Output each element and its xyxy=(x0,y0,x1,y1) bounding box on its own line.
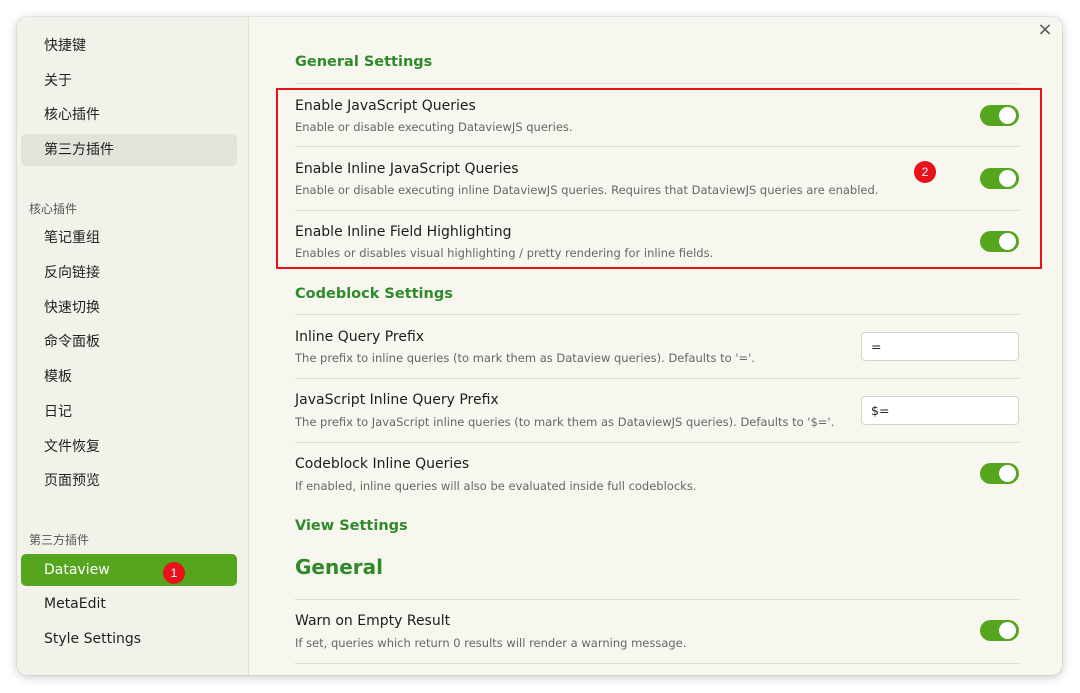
setting-desc-inline-field-highlighting: Enables or disables visual highlighting … xyxy=(295,246,714,260)
section-heading-codeblock-settings: Codeblock Settings xyxy=(295,286,453,302)
sidebar-heading-core-plugins: 核心插件 xyxy=(29,202,78,216)
annotation-badge-1: 1 xyxy=(163,562,185,584)
sidebar-item-backlinks[interactable]: 反向链接 xyxy=(21,257,237,289)
section-heading-general: General xyxy=(295,555,383,579)
section-heading-general-settings: General Settings xyxy=(295,54,433,70)
sidebar-item-page-preview[interactable]: 页面预览 xyxy=(21,465,237,497)
setting-name-warn-on-empty-result: Warn on Empty Result xyxy=(295,613,451,629)
section-heading-view-settings: View Settings xyxy=(295,518,408,534)
sidebar-item-file-recovery[interactable]: 文件恢复 xyxy=(21,431,237,463)
js-inline-query-prefix-input[interactable] xyxy=(861,396,1019,425)
sidebar-heading-third-party-plugins: 第三方插件 xyxy=(29,533,90,547)
annotation-badge-2: 2 xyxy=(914,161,936,183)
divider xyxy=(295,663,1019,664)
divider xyxy=(295,442,1019,443)
divider xyxy=(295,378,1019,379)
toggle-inline-field-highlighting[interactable] xyxy=(980,231,1019,252)
sidebar-item-command-palette[interactable]: 命令面板 xyxy=(21,326,237,358)
settings-content: General Settings Enable JavaScript Queri… xyxy=(295,17,1019,675)
setting-desc-codeblock-inline-queries: If enabled, inline queries will also be … xyxy=(295,479,697,493)
setting-name-enable-inline-js-queries: Enable Inline JavaScript Queries xyxy=(295,161,519,177)
sidebar-item-note-composer[interactable]: 笔记重组 xyxy=(21,222,237,254)
sidebar-item-style-settings[interactable]: Style Settings xyxy=(21,623,237,655)
setting-name-js-inline-query-prefix: JavaScript Inline Query Prefix xyxy=(295,392,499,408)
setting-desc-enable-js-queries: Enable or disable executing DataviewJS q… xyxy=(295,120,573,134)
toggle-enable-inline-js-queries[interactable] xyxy=(980,168,1019,189)
setting-name-enable-js-queries: Enable JavaScript Queries xyxy=(295,98,476,114)
divider xyxy=(295,83,1019,84)
sidebar-item-daily-notes[interactable]: 日记 xyxy=(21,396,237,428)
toggle-warn-on-empty-result[interactable] xyxy=(980,620,1019,641)
sidebar-item-core-plugins[interactable]: 核心插件 xyxy=(21,99,237,131)
sidebar-item-metaedit[interactable]: MetaEdit xyxy=(21,588,237,620)
sidebar-item-quick-switcher[interactable]: 快速切换 xyxy=(21,292,237,324)
toggle-codeblock-inline-queries[interactable] xyxy=(980,463,1019,484)
close-icon[interactable]: × xyxy=(1036,21,1054,39)
settings-modal: 快捷键 关于 核心插件 第三方插件 核心插件 笔记重组 反向链接 快速切换 命令… xyxy=(17,17,1062,675)
toggle-enable-js-queries[interactable] xyxy=(980,105,1019,126)
setting-name-inline-query-prefix: Inline Query Prefix xyxy=(295,329,425,345)
sidebar-item-about[interactable]: 关于 xyxy=(21,65,237,97)
divider xyxy=(295,210,1019,211)
divider xyxy=(295,314,1019,315)
sidebar-item-third-party-plugins[interactable]: 第三方插件 xyxy=(21,134,237,166)
divider xyxy=(295,599,1019,600)
inline-query-prefix-input[interactable] xyxy=(861,332,1019,361)
sidebar-item-templates[interactable]: 模板 xyxy=(21,361,237,393)
setting-desc-inline-query-prefix: The prefix to inline queries (to mark th… xyxy=(295,351,755,365)
setting-desc-enable-inline-js-queries: Enable or disable executing inline Datav… xyxy=(295,183,879,197)
setting-name-codeblock-inline-queries: Codeblock Inline Queries xyxy=(295,456,470,472)
setting-desc-js-inline-query-prefix: The prefix to JavaScript inline queries … xyxy=(295,415,835,429)
sidebar-item-hotkeys[interactable]: 快捷键 xyxy=(21,30,237,62)
divider xyxy=(295,146,1019,147)
settings-sidebar: 快捷键 关于 核心插件 第三方插件 核心插件 笔记重组 反向链接 快速切换 命令… xyxy=(17,17,249,675)
setting-desc-warn-on-empty-result: If set, queries which return 0 results w… xyxy=(295,636,687,650)
sidebar-item-dataview[interactable]: Dataview xyxy=(21,554,237,586)
setting-name-inline-field-highlighting: Enable Inline Field Highlighting xyxy=(295,224,512,240)
